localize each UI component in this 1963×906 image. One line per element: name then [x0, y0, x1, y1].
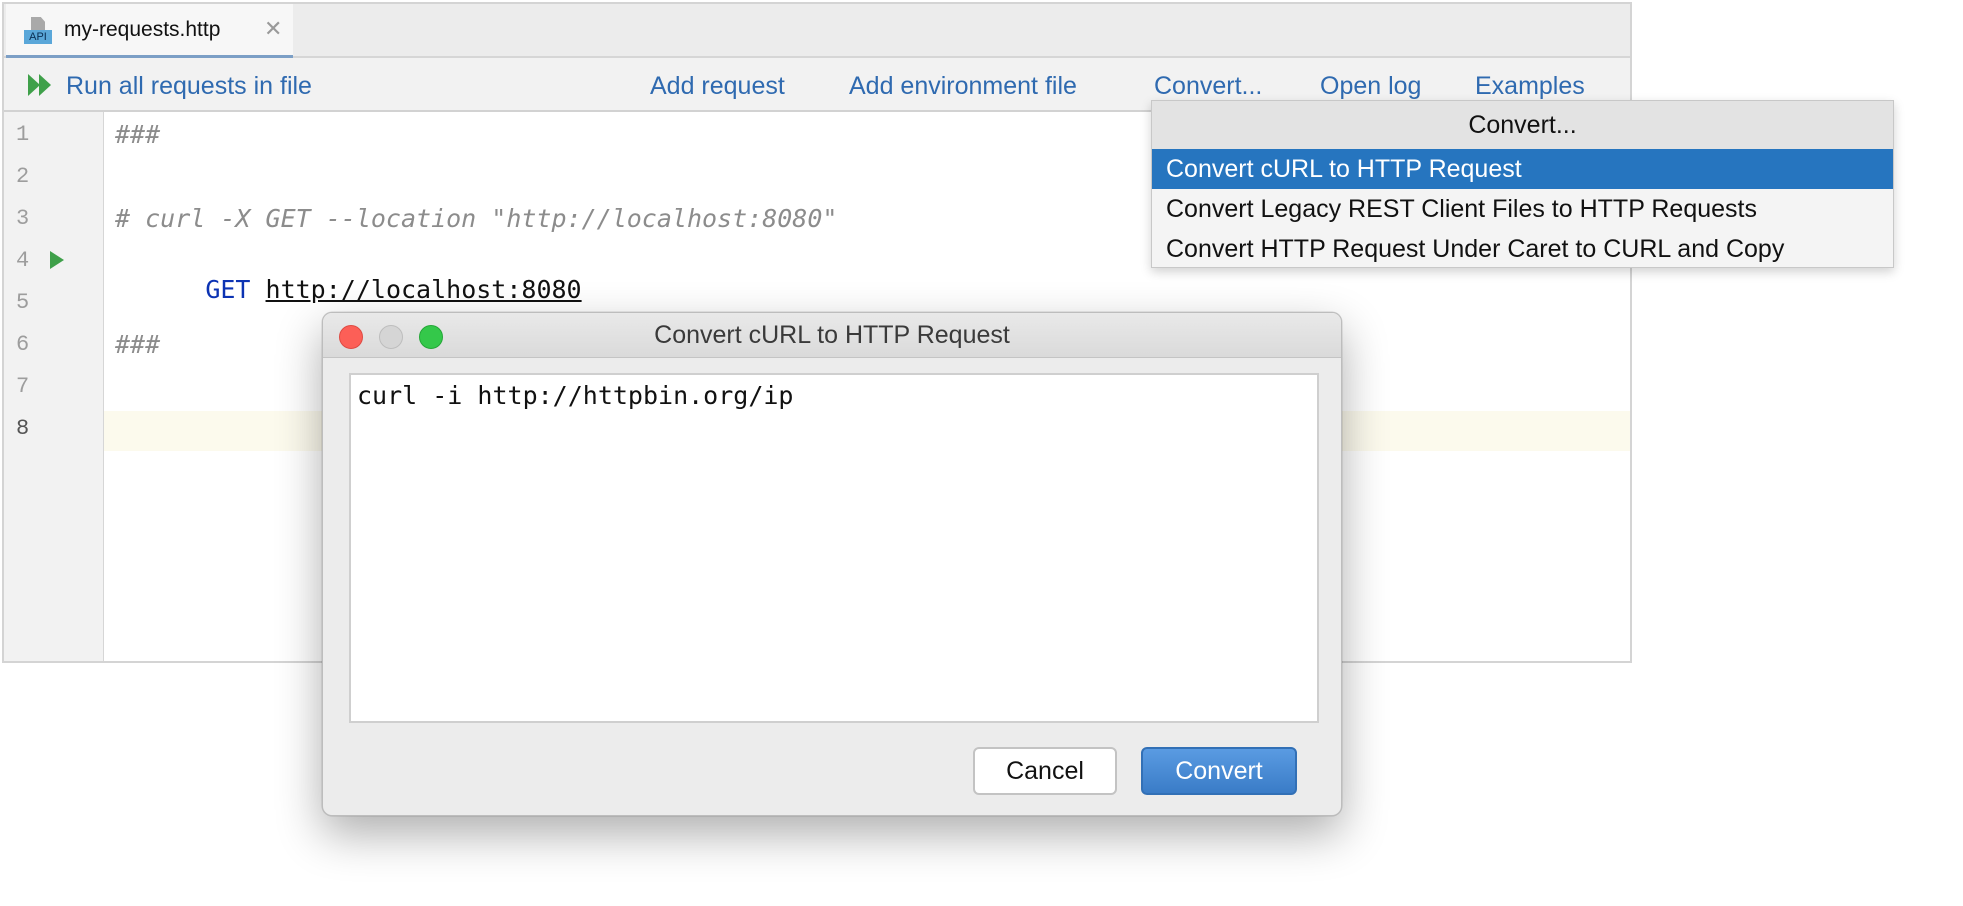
code-comment[interactable]: # curl -X GET --location "http://localho… [115, 204, 837, 233]
screen: API my-requests.http ✕ Run all requests … [0, 0, 1963, 906]
menu-title: Convert... [1152, 101, 1893, 149]
line-number: 5 [16, 290, 30, 315]
convert-curl-dialog: Convert cURL to HTTP Request curl -i htt… [322, 312, 1342, 816]
convert-button[interactable]: Convert [1141, 747, 1297, 795]
run-all-icon[interactable] [26, 72, 56, 98]
dialog-title: Convert cURL to HTTP Request [654, 321, 1010, 349]
close-icon[interactable]: ✕ [264, 17, 282, 41]
menu-item-convert-to-curl[interactable]: Convert HTTP Request Under Caret to CURL… [1152, 229, 1893, 269]
open-log-button[interactable]: Open log [1320, 72, 1421, 101]
line-number: 1 [16, 122, 30, 147]
line-number: 3 [16, 206, 30, 231]
menu-item-convert-legacy-rest[interactable]: Convert Legacy REST Client Files to HTTP… [1152, 189, 1893, 229]
curl-input-textarea[interactable]: curl -i http://httpbin.org/ip [349, 373, 1319, 723]
dialog-titlebar[interactable]: Convert cURL to HTTP Request [323, 313, 1341, 358]
code-separator[interactable]: ### [115, 120, 160, 149]
editor-tab-bar: API my-requests.http ✕ [4, 4, 1630, 60]
tab-label: my-requests.http [64, 18, 221, 41]
line-number: 4 [16, 248, 30, 273]
http-method: GET [205, 275, 251, 304]
add-request-button[interactable]: Add request [650, 72, 785, 101]
run-request-icon[interactable] [50, 251, 64, 269]
examples-button[interactable]: Examples [1475, 72, 1585, 101]
request-url[interactable]: http://localhost:8080 [266, 275, 582, 304]
add-environment-file-button[interactable]: Add environment file [849, 72, 1077, 101]
line-number: 2 [16, 164, 30, 189]
convert-menu-button[interactable]: Convert... [1154, 72, 1262, 101]
line-number: 6 [16, 332, 30, 357]
line-number-current: 8 [16, 416, 30, 441]
menu-item-convert-curl[interactable]: Convert cURL to HTTP Request [1152, 149, 1893, 189]
tab-my-requests-http[interactable]: API my-requests.http ✕ [6, 4, 293, 60]
convert-dropdown-menu: Convert... Convert cURL to HTTP Request … [1151, 100, 1894, 268]
line-number-gutter: 1 2 3 4 5 6 7 8 [4, 112, 104, 661]
api-file-icon: API [24, 14, 52, 46]
run-all-requests-button[interactable]: Run all requests in file [66, 72, 312, 101]
line-number: 7 [16, 374, 30, 399]
cancel-button[interactable]: Cancel [973, 747, 1117, 795]
code-separator[interactable]: ### [115, 330, 160, 359]
